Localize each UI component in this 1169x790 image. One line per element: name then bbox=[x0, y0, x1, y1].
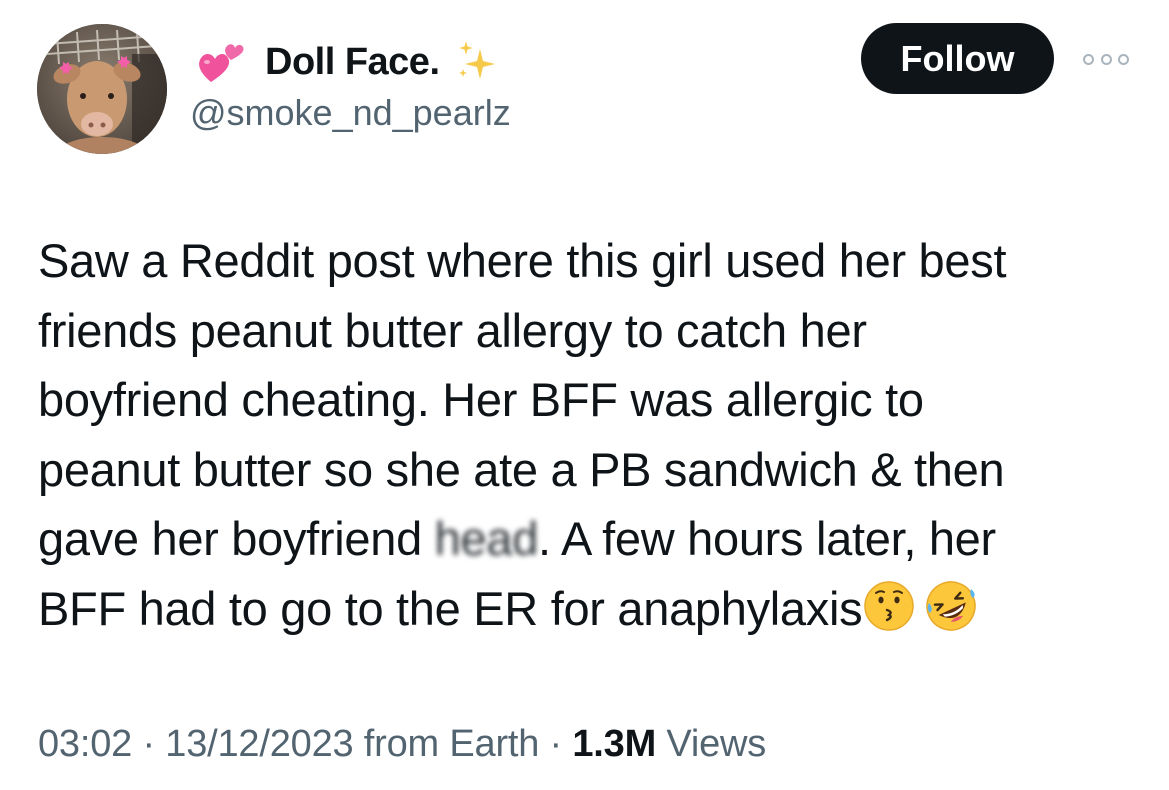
sparkles-icon bbox=[454, 39, 500, 85]
tweet-meta: 03:02 · 13/12/2023 from Earth · 1.3M Vie… bbox=[38, 723, 766, 766]
meta-separator: · bbox=[132, 723, 166, 765]
kissing-face-icon bbox=[862, 579, 916, 633]
display-name[interactable]: Doll Face. bbox=[265, 41, 440, 84]
author-handle[interactable]: @smoke_nd_pearlz bbox=[190, 92, 511, 134]
tweet-date[interactable]: 13/12/2023 bbox=[165, 723, 353, 765]
avatar-calf-icon bbox=[37, 24, 167, 154]
rolling-on-floor-laughing-icon bbox=[924, 579, 978, 633]
tweet-text-line: gave her boyfriend head. A few hours lat… bbox=[38, 504, 1148, 574]
views-label: Views bbox=[656, 723, 767, 765]
more-options-icon[interactable] bbox=[1083, 49, 1129, 69]
author-name-row[interactable]: Doll Face. bbox=[197, 36, 500, 88]
meta-separator: · bbox=[539, 723, 573, 765]
tweet-text-line: Saw a Reddit post where this girl used h… bbox=[38, 234, 1007, 287]
avatar[interactable] bbox=[37, 24, 167, 154]
two-hearts-icon bbox=[197, 40, 245, 84]
tweet-time[interactable]: 03:02 bbox=[38, 723, 132, 765]
tweet-text-line: boyfriend cheating. Her BFF was allergic… bbox=[38, 373, 924, 426]
tweet-text: Saw a Reddit post where this girl used h… bbox=[38, 226, 1148, 643]
tweet-text-line: peanut butter so she ate a PB sandwich &… bbox=[38, 442, 1005, 496]
views-count[interactable]: 1.3M bbox=[572, 723, 656, 765]
tweet-text-line: friends peanut butter allergy to catch h… bbox=[38, 303, 867, 357]
tweet-card: Doll Face. @smoke_nd_pearlz Follow Saw a… bbox=[0, 0, 1169, 790]
tweet-source: from Earth bbox=[353, 723, 540, 765]
tweet-text-segment: gave her boyfriend bbox=[38, 512, 435, 565]
tweet-text-line: BFF had to go to the ER for anaphylaxis bbox=[38, 574, 1148, 644]
tweet-text-segment: BFF had to go to the ER for anaphylaxis bbox=[38, 581, 863, 635]
follow-button[interactable]: Follow bbox=[861, 23, 1054, 94]
tweet-text-segment: . A few hours later, her bbox=[538, 512, 996, 565]
blurred-word: head bbox=[434, 512, 539, 565]
